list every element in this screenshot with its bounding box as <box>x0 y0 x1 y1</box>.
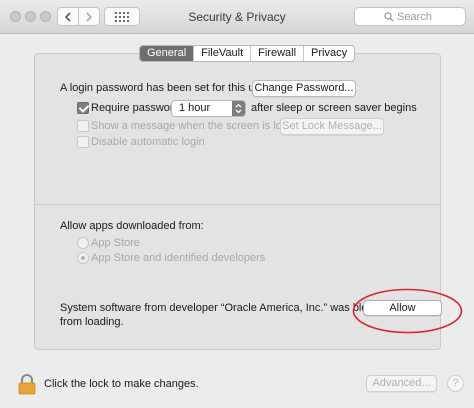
chevron-updown-icon <box>232 101 245 116</box>
allow-apps-heading: Allow apps downloaded from: <box>60 220 204 232</box>
lock-icon[interactable] <box>16 373 38 395</box>
disable-auto-login-label: Disable automatic login <box>91 136 205 148</box>
section-divider <box>34 204 441 205</box>
advanced-button[interactable]: Advanced... <box>366 375 437 392</box>
require-password-checkbox[interactable] <box>77 102 89 114</box>
change-password-button[interactable]: Change Password... <box>252 80 356 97</box>
tab-firewall[interactable]: Firewall <box>250 46 303 61</box>
disable-auto-login-checkbox[interactable] <box>77 136 89 148</box>
radio-identified-developers[interactable] <box>77 252 89 264</box>
red-highlight-ellipse <box>352 288 463 334</box>
blocked-message-line1: System software from developer “Oracle A… <box>60 302 391 314</box>
blocked-message-line2: from loading. <box>60 316 124 328</box>
radio-identified-developers-label: App Store and identified developers <box>91 252 266 264</box>
radio-app-store-label: App Store <box>91 237 140 249</box>
search-field[interactable]: Search <box>354 7 466 26</box>
title-bar: Security & Privacy Search <box>0 0 474 34</box>
require-password-select[interactable]: 1 hour <box>171 100 246 117</box>
tab-general[interactable]: General <box>140 46 194 61</box>
show-message-checkbox[interactable] <box>77 120 89 132</box>
magnifier-icon <box>384 12 394 22</box>
show-message-label: Show a message when the screen is locked <box>91 120 306 132</box>
tab-bar: General FileVault Firewall Privacy <box>139 45 356 62</box>
set-lock-message-button[interactable]: Set Lock Message... <box>280 118 384 135</box>
lock-text: Click the lock to make changes. <box>44 378 199 390</box>
tab-privacy[interactable]: Privacy <box>303 46 354 61</box>
require-password-label: Require password <box>91 102 180 114</box>
help-icon[interactable]: ? <box>447 375 464 392</box>
require-password-suffix: after sleep or screen saver begins <box>251 102 417 114</box>
tab-filevault[interactable]: FileVault <box>193 46 250 61</box>
login-password-text: A login password has been set for this u… <box>60 82 270 94</box>
radio-app-store[interactable] <box>77 237 89 249</box>
search-placeholder: Search <box>397 11 432 23</box>
require-password-value: 1 hour <box>179 102 211 114</box>
